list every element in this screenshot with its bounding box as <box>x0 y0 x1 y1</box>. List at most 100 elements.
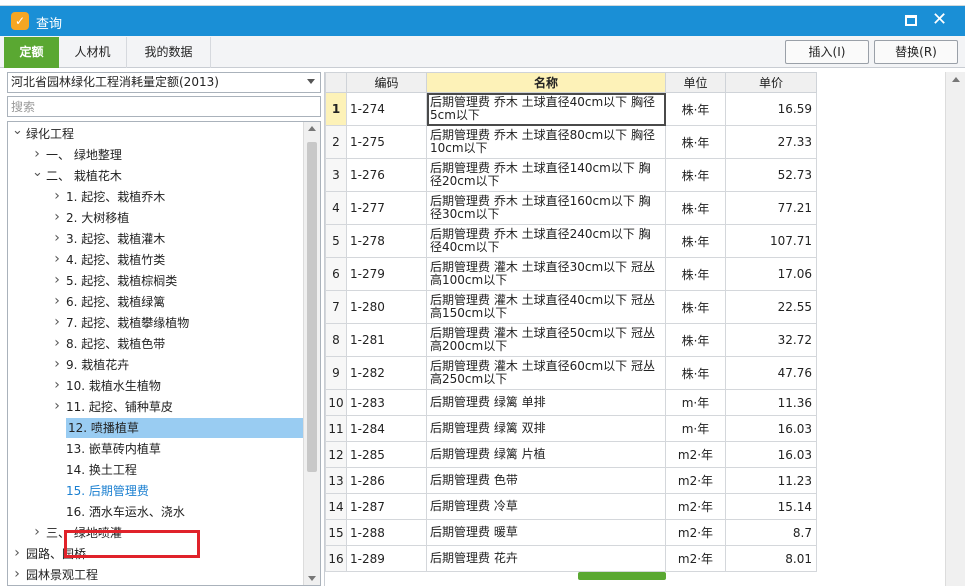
tree-item[interactable]: › 一、 绿地整理 <box>8 145 304 165</box>
tree-item[interactable]: ⌄ 绿化工程 <box>8 124 304 144</box>
tree-item[interactable]: › 4. 起挖、栽植竹类 <box>8 250 304 270</box>
unit-cell: 株·年 <box>665 158 726 192</box>
name-cell: 后期管理费 暖草 <box>426 519 666 546</box>
tree-item[interactable]: 14. 换土工程 <box>8 460 304 480</box>
table-row[interactable]: 16 1-289 后期管理费 花卉 m2·年 8.01 <box>325 545 817 572</box>
tab-quota[interactable]: 定额 <box>4 37 59 68</box>
table-row[interactable]: 4 1-277 后期管理费 乔木 土球直径160cm以下 胸径30cm以下 株·年 77… <box>325 191 817 225</box>
table-row[interactable]: 1 1-274 后期管理费 乔木 土球直径40cm以下 胸径5cm以下 株·年 16.5… <box>325 92 817 126</box>
maximize-icon[interactable] <box>905 15 917 26</box>
unit-cell: m2·年 <box>665 493 726 520</box>
window-title: 查询 <box>36 17 63 32</box>
expand-right-icon[interactable]: › <box>52 399 62 413</box>
tree-item[interactable]: ⌄ 二、 栽植花木 <box>8 166 304 186</box>
code-cell: 1-285 <box>346 441 427 468</box>
table-row[interactable]: 2 1-275 后期管理费 乔木 土球直径80cm以下 胸径10cm以下 株·年 27.… <box>325 125 817 159</box>
scroll-thumb[interactable] <box>307 142 317 472</box>
tree-item[interactable]: › 11. 起挖、铺种草皮 <box>8 397 304 417</box>
expand-down-icon[interactable]: ⌄ <box>12 124 23 137</box>
price-cell: 47.76 <box>725 356 817 390</box>
name-cell: 后期管理费 绿篱 双排 <box>426 415 666 442</box>
table-row[interactable]: 5 1-278 后期管理费 乔木 土球直径240cm以下 胸径40cm以下 株·年 10… <box>325 224 817 258</box>
tree-item-label: 9. 栽植花卉 <box>66 358 130 372</box>
expand-right-icon[interactable]: › <box>52 378 62 392</box>
tree-item[interactable]: › 5. 起挖、栽植棕榈类 <box>8 271 304 291</box>
table-row[interactable]: 10 1-283 后期管理费 绿篱 单排 m·年 11.36 <box>325 389 817 416</box>
tree-item[interactable]: 16. 洒水车运水、浇水 <box>8 502 304 522</box>
tab-labor-material-machine[interactable]: 人材机 <box>59 37 127 68</box>
tree-scrollbar[interactable] <box>303 122 320 585</box>
expand-right-icon[interactable]: › <box>52 357 62 371</box>
code-cell: 1-282 <box>346 356 427 390</box>
expand-right-icon[interactable]: › <box>12 567 22 581</box>
expand-right-icon[interactable]: › <box>32 147 42 161</box>
tree-item-label: 15. 后期管理费 <box>66 484 149 498</box>
tree-item[interactable]: › 10. 栽植水生植物 <box>8 376 304 396</box>
tree-item-label: 10. 栽植水生植物 <box>66 379 161 393</box>
tab-my-data[interactable]: 我的数据 <box>127 37 211 68</box>
table-row[interactable]: 7 1-280 后期管理费 灌木 土球直径40cm以下 冠丛高150cm以下 株·年 2… <box>325 290 817 324</box>
scroll-down-icon[interactable] <box>308 576 316 581</box>
expand-right-icon[interactable]: › <box>52 315 62 329</box>
price-cell: 8.01 <box>725 545 817 572</box>
row-index: 11 <box>325 415 347 442</box>
tree-item-label: 6. 起挖、栽植绿篱 <box>66 295 166 309</box>
table-row[interactable]: 13 1-286 后期管理费 色带 m2·年 11.23 <box>325 467 817 494</box>
grid-scrollbar[interactable] <box>945 72 965 586</box>
tree-item[interactable]: › 园林景观工程 <box>8 565 304 585</box>
code-header[interactable]: 编码 <box>346 72 427 93</box>
row-index: 8 <box>325 323 347 357</box>
price-cell: 11.36 <box>725 389 817 416</box>
expand-right-icon[interactable]: › <box>12 546 22 560</box>
price-header[interactable]: 单价 <box>725 72 817 93</box>
tree-item[interactable]: 13. 嵌草砖内植草 <box>8 439 304 459</box>
unit-header[interactable]: 单位 <box>665 72 726 93</box>
name-cell: 后期管理费 色带 <box>426 467 666 494</box>
expand-right-icon[interactable]: › <box>52 252 62 266</box>
tree-item[interactable]: › 1. 起挖、栽植乔木 <box>8 187 304 207</box>
row-index: 1 <box>325 92 347 126</box>
expand-right-icon[interactable]: › <box>52 336 62 350</box>
code-cell: 1-275 <box>346 125 427 159</box>
splitter-handle[interactable] <box>578 572 666 580</box>
table-row[interactable]: 11 1-284 后期管理费 绿篱 双排 m·年 16.03 <box>325 415 817 442</box>
table-row[interactable]: 14 1-287 后期管理费 冷草 m2·年 15.14 <box>325 493 817 520</box>
unit-cell: 株·年 <box>665 191 726 225</box>
unit-cell: 株·年 <box>665 257 726 291</box>
code-cell: 1-283 <box>346 389 427 416</box>
quota-library-dropdown[interactable]: 河北省园林绿化工程消耗量定额(2013) <box>7 72 321 93</box>
expand-right-icon[interactable]: › <box>52 294 62 308</box>
search-input[interactable] <box>7 96 321 117</box>
table-row[interactable]: 15 1-288 后期管理费 暖草 m2·年 8.7 <box>325 519 817 546</box>
tree-item[interactable]: 12. 喷播植草 <box>66 418 304 438</box>
expand-right-icon[interactable]: › <box>32 525 42 539</box>
name-header[interactable]: 名称 <box>426 72 666 93</box>
table-row[interactable]: 8 1-281 后期管理费 灌木 土球直径50cm以下 冠丛高200cm以下 株·年 3… <box>325 323 817 357</box>
tree-item-label: 8. 起挖、栽植色带 <box>66 337 166 351</box>
tree-item[interactable]: › 7. 起挖、栽植攀缘植物 <box>8 313 304 333</box>
expand-right-icon[interactable]: › <box>52 210 62 224</box>
tree-item[interactable]: › 3. 起挖、栽植灌木 <box>8 229 304 249</box>
expand-right-icon[interactable]: › <box>52 231 62 245</box>
close-icon[interactable]: ✕ <box>932 9 947 31</box>
tree-item-label: 二、 栽植花木 <box>46 169 122 183</box>
table-row[interactable]: 12 1-285 后期管理费 绿篱 片植 m2·年 16.03 <box>325 441 817 468</box>
replace-button[interactable]: 替换(R) <box>874 40 958 64</box>
table-row[interactable]: 6 1-279 后期管理费 灌木 土球直径30cm以下 冠丛高100cm以下 株·年 1… <box>325 257 817 291</box>
table-row[interactable]: 9 1-282 后期管理费 灌木 土球直径60cm以下 冠丛高250cm以下 株·年 4… <box>325 356 817 390</box>
tree-item[interactable]: › 2. 大树移植 <box>8 208 304 228</box>
expand-right-icon[interactable]: › <box>52 273 62 287</box>
expand-right-icon[interactable]: › <box>52 189 62 203</box>
tree-item[interactable]: › 8. 起挖、栽植色带 <box>8 334 304 354</box>
expand-down-icon[interactable]: ⌄ <box>32 166 43 179</box>
table-row[interactable]: 3 1-276 后期管理费 乔木 土球直径140cm以下 胸径20cm以下 株·年 52… <box>325 158 817 192</box>
unit-cell: 株·年 <box>665 92 726 126</box>
tree-item[interactable]: › 9. 栽植花卉 <box>8 355 304 375</box>
tree-item[interactable]: 15. 后期管理费 <box>8 481 304 501</box>
scroll-up-icon[interactable] <box>952 77 960 82</box>
insert-button[interactable]: 插入(I) <box>785 40 869 64</box>
tree-item[interactable]: › 6. 起挖、栽植绿篱 <box>8 292 304 312</box>
scroll-up-icon[interactable] <box>308 126 316 131</box>
code-cell: 1-286 <box>346 467 427 494</box>
code-cell: 1-277 <box>346 191 427 225</box>
